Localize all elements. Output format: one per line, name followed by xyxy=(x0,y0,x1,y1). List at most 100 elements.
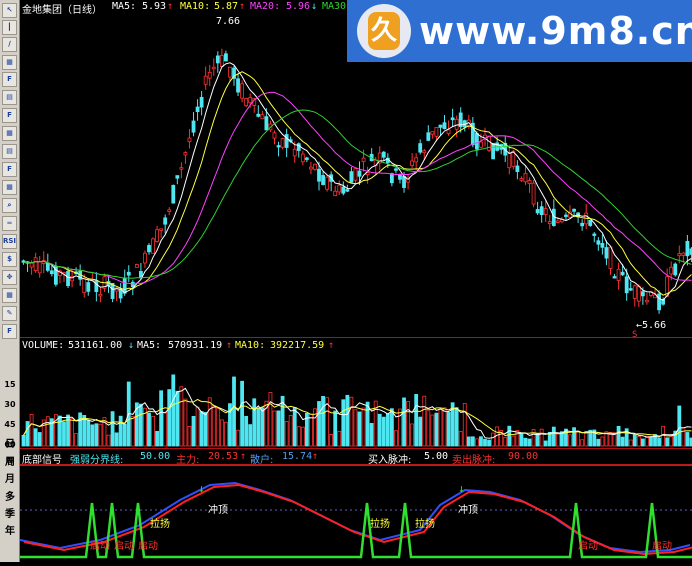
bar-icon[interactable]: ┃ xyxy=(2,20,17,35)
f10-icon[interactable]: F xyxy=(2,162,17,177)
grid-icon[interactable]: ▦ xyxy=(2,55,17,70)
period-button-3[interactable]: 多 xyxy=(2,488,18,503)
price-high-label: 7.66 xyxy=(216,16,241,27)
candle-body xyxy=(167,209,172,212)
volume-bar xyxy=(628,439,633,447)
sort-icon[interactable]: $ xyxy=(2,252,17,267)
volume-bar xyxy=(337,430,342,447)
volume-bar xyxy=(292,407,297,447)
candle-body xyxy=(543,208,548,215)
zoom-icon[interactable]: ⌕ xyxy=(2,198,17,213)
candle-body xyxy=(183,152,188,156)
candle-body xyxy=(442,122,447,130)
volume-bar xyxy=(462,403,467,447)
grid-icon[interactable]: ▦ xyxy=(2,126,17,141)
retail-arrow: ↑ xyxy=(312,451,319,462)
volume-bar xyxy=(402,397,406,447)
period-button-2[interactable]: 月 xyxy=(2,470,18,485)
candle-body xyxy=(531,182,536,205)
volume-bar xyxy=(487,439,491,447)
grid-icon[interactable]: ▦ xyxy=(2,180,17,195)
candle-body xyxy=(211,66,216,70)
candle-body xyxy=(224,53,228,62)
vol-ma5-label: MA5: xyxy=(137,340,162,351)
candle-body xyxy=(130,281,135,288)
chart-icon[interactable]: ▤ xyxy=(2,90,17,105)
line-icon[interactable]: ∕ xyxy=(2,37,17,52)
candle-body xyxy=(337,184,342,193)
volume-bar xyxy=(224,421,228,447)
f10-icon[interactable]: F xyxy=(2,108,17,123)
fs-icon[interactable]: F xyxy=(2,324,17,339)
rsi-icon[interactable]: RSI xyxy=(2,234,17,249)
volume-bar xyxy=(636,435,641,447)
period-button-4[interactable]: 季 xyxy=(2,505,18,520)
volume-bar xyxy=(657,437,661,447)
candle-body xyxy=(171,184,176,204)
volume-bar xyxy=(600,436,605,447)
candle-body xyxy=(203,75,208,85)
volume-bar xyxy=(665,437,670,447)
candle-body xyxy=(438,124,443,128)
pencil-icon[interactable]: ✎ xyxy=(2,306,17,321)
candle-body xyxy=(616,268,621,281)
candle-body xyxy=(33,257,38,271)
volume-bar xyxy=(418,416,423,447)
volume-bar xyxy=(211,405,216,447)
candle-body xyxy=(426,132,431,141)
f10-icon[interactable]: F xyxy=(2,72,17,87)
volume-bar xyxy=(244,415,249,447)
strong-line-value: 50.00 xyxy=(140,451,171,462)
period-button-1[interactable]: 周 xyxy=(2,453,18,468)
scale-label: 15 xyxy=(4,380,16,389)
period-button-0[interactable]: 日 xyxy=(2,435,18,450)
kline-chart-canvas[interactable]: ↓ ↓冲顶 冲顶拉扬 拉扬 拉扬启动 启动 启动 启动 启动 xyxy=(19,0,692,562)
volume-bar xyxy=(470,436,475,447)
candle-body xyxy=(600,243,605,248)
candle-body xyxy=(215,55,220,64)
main-force-value: 20.53 xyxy=(208,451,239,462)
volume-bar xyxy=(669,436,674,447)
volume-bar xyxy=(288,415,293,447)
volume-value: 531161.00 xyxy=(68,340,123,351)
volume-bar xyxy=(195,406,200,447)
candle-body xyxy=(357,170,362,177)
candle-body xyxy=(479,141,483,148)
cursor-icon[interactable]: ↖ xyxy=(2,3,17,18)
volume-bar xyxy=(122,423,127,447)
candle-body xyxy=(410,160,415,167)
grid-icon[interactable]: ▦ xyxy=(2,288,17,303)
retail-value: 15.74 xyxy=(282,451,313,462)
vol-ma5-value: 570931.19 xyxy=(168,340,223,351)
candle-body xyxy=(685,240,690,257)
volume-bar xyxy=(94,423,99,447)
candle-body xyxy=(147,245,151,253)
ma10-value: 5.87 xyxy=(214,1,239,12)
volume-bar xyxy=(369,423,374,447)
chart-area: ↓ ↓ 冲顶 冲顶 拉扬 拉扬 拉扬 启动 启动 启动 启动 启动 xyxy=(19,0,692,562)
volume-bar xyxy=(365,401,370,447)
ruler-icon[interactable]: ═ xyxy=(2,216,17,231)
volume-bar xyxy=(491,432,495,447)
candle-body xyxy=(313,163,317,170)
chart-icon[interactable]: ▤ xyxy=(2,144,17,159)
volume-bar xyxy=(45,416,50,447)
period-button-5[interactable]: 年 xyxy=(2,522,18,537)
candle-body xyxy=(515,165,520,172)
ma5-line xyxy=(23,62,692,301)
ma10-arrow: ↑ xyxy=(239,1,246,12)
vol-ma10-value: 392217.59 xyxy=(270,340,325,351)
candle-body xyxy=(640,291,645,297)
candle-body xyxy=(309,166,313,170)
signal-annotation: 拉扬 xyxy=(415,517,435,530)
candle-body xyxy=(596,240,601,245)
volume-bar xyxy=(523,437,528,447)
candle-body xyxy=(325,176,330,190)
candle-body xyxy=(228,66,232,78)
logo-text: www.9m8.cn xyxy=(419,9,692,53)
volume-bar xyxy=(661,425,666,447)
move-icon[interactable]: ✥ xyxy=(2,270,17,285)
buy-pulse-label: 买入脉冲: xyxy=(368,455,412,466)
candle-body xyxy=(681,252,686,256)
volume-bar xyxy=(333,410,338,447)
